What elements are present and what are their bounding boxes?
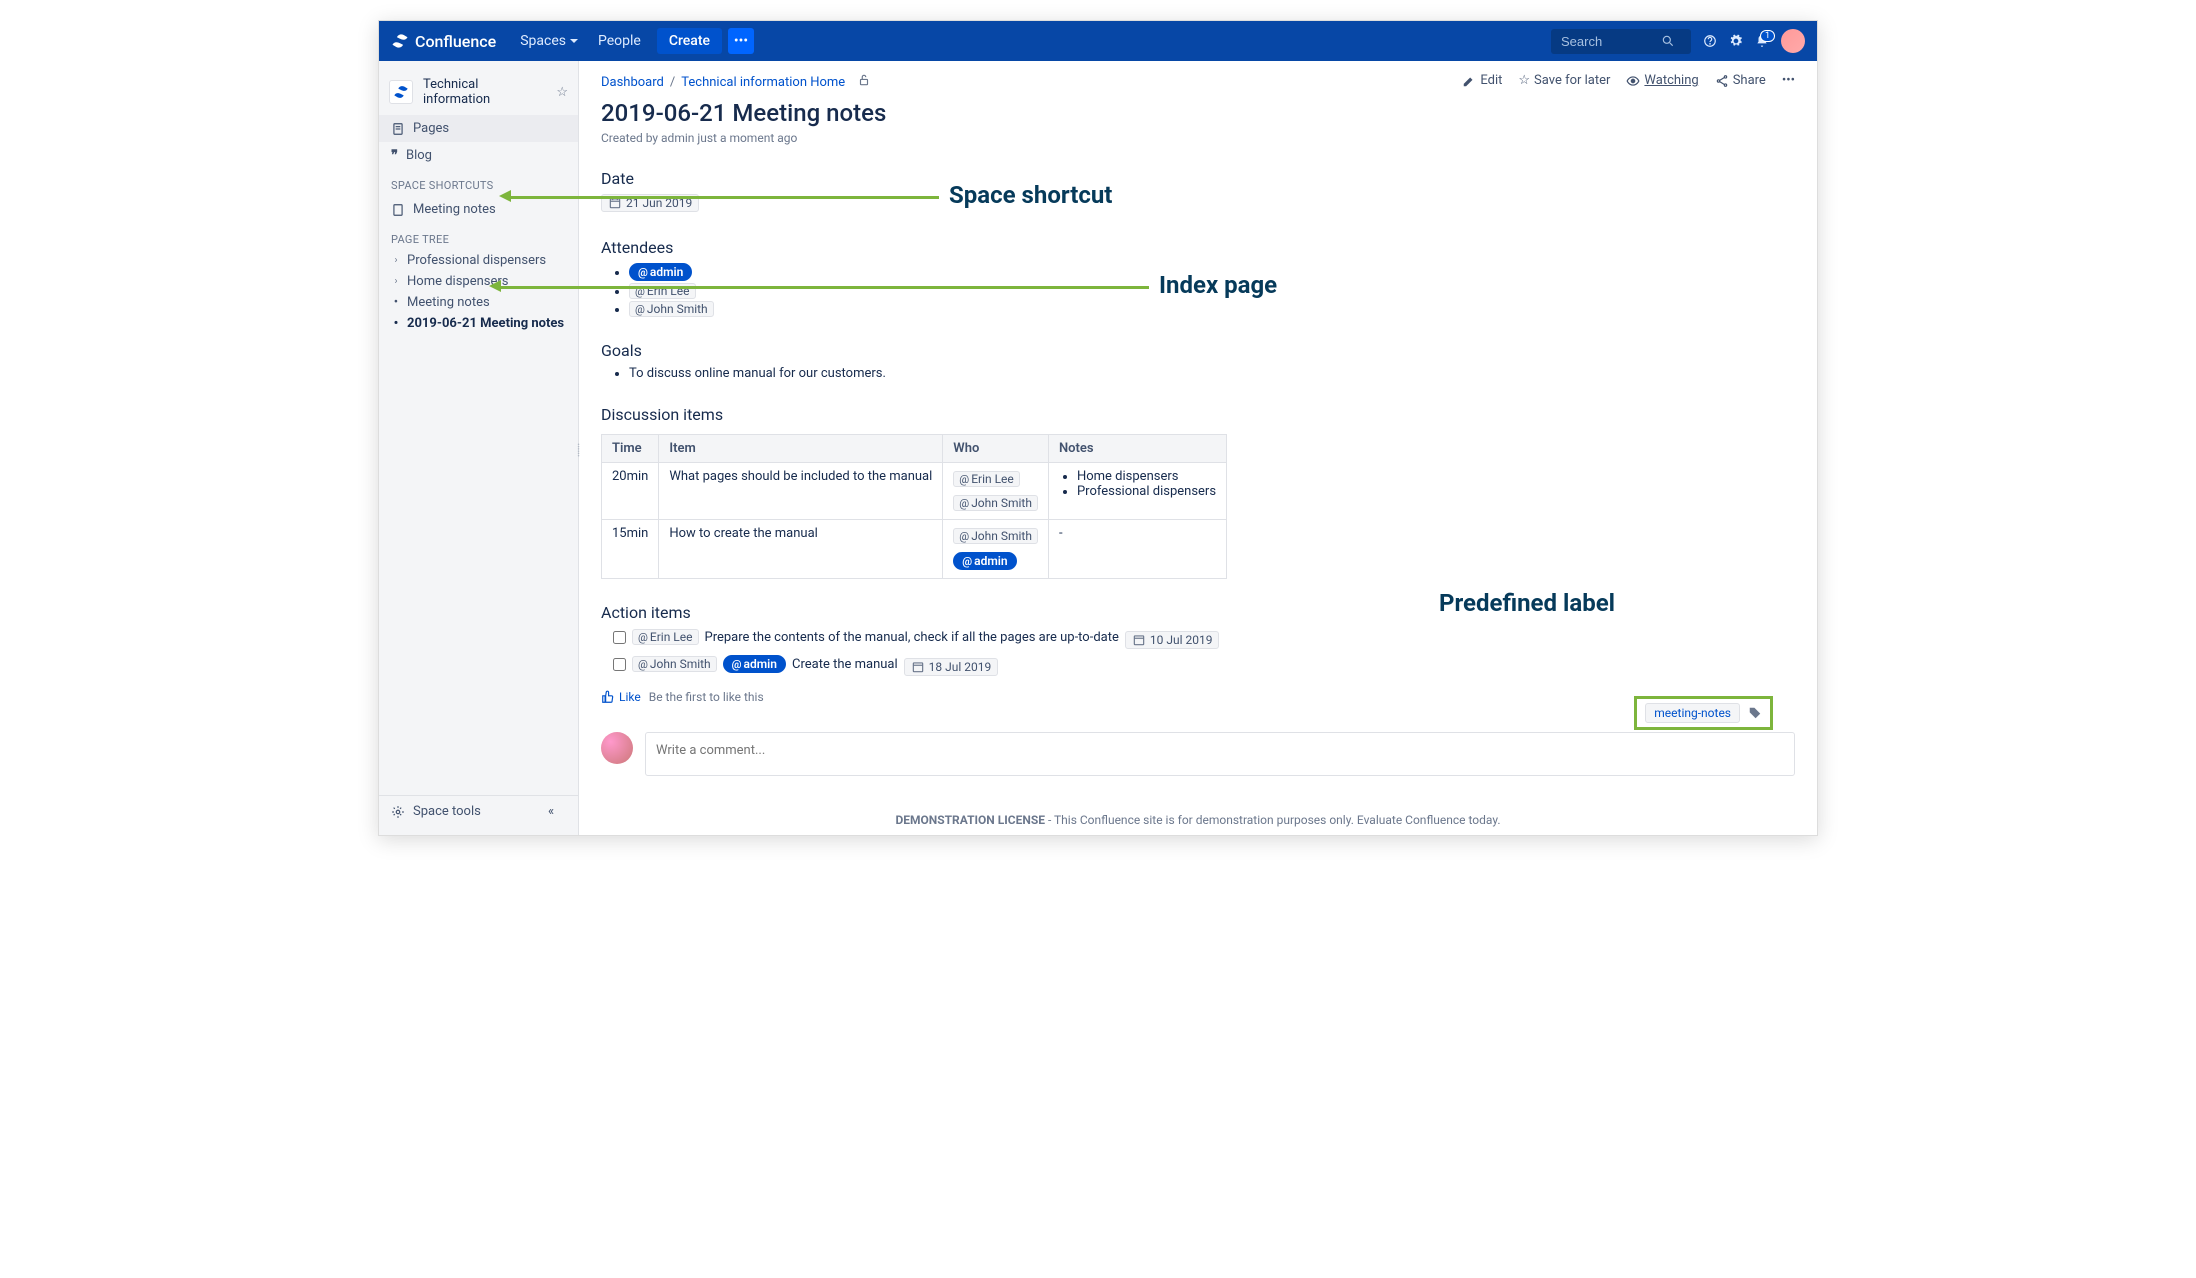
mention-admin[interactable]: @admin: [723, 655, 786, 673]
calendar-icon: [608, 196, 622, 210]
eye-icon: [1626, 74, 1640, 88]
table-row: 20min What pages should be included to t…: [602, 463, 1227, 520]
collapse-sidebar-icon[interactable]: «: [548, 804, 566, 819]
gear-icon: [391, 805, 405, 819]
caret-icon: ›: [391, 255, 401, 266]
attendees-list: @admin @Erin Lee @John Smith: [601, 263, 1795, 317]
star-icon[interactable]: ☆: [556, 85, 568, 100]
date-lozenge: 10 Jul 2019: [1125, 631, 1220, 649]
watching-button[interactable]: Watching: [1626, 73, 1698, 88]
mention-john[interactable]: @John Smith: [629, 301, 714, 317]
date-lozenge: 18 Jul 2019: [904, 658, 999, 676]
shortcuts-label: SPACE SHORTCUTS: [379, 169, 578, 196]
mention-admin[interactable]: @admin: [629, 263, 692, 281]
comment-box: [601, 732, 1795, 776]
confluence-logo[interactable]: Confluence: [391, 32, 496, 51]
page-meta: Created by admin just a moment ago: [601, 131, 1795, 145]
space-icon: [389, 80, 413, 104]
section-goals: Goals: [601, 341, 1795, 360]
mention-john[interactable]: @John Smith: [953, 528, 1038, 544]
footer: DEMONSTRATION LICENSE - This Confluence …: [601, 810, 1795, 835]
shortcut-meeting-notes[interactable]: Meeting notes: [379, 196, 578, 223]
action-checkbox[interactable]: [613, 631, 626, 644]
sidebar: Technical information ☆ Pages ❞ Blog SPA…: [379, 61, 579, 835]
top-nav: Confluence Spaces People Create ••• 1: [379, 21, 1817, 61]
search-icon: [1661, 34, 1675, 48]
create-button[interactable]: Create: [657, 28, 722, 54]
thumbs-up-icon: [601, 690, 615, 704]
comment-avatar: [601, 732, 633, 764]
goals-list: To discuss online manual for our custome…: [601, 366, 1795, 381]
tree-home-dispensers[interactable]: ›Home dispensers: [379, 271, 578, 292]
action-checkbox[interactable]: [613, 658, 626, 671]
tree-professional-dispensers[interactable]: ›Professional dispensers: [379, 250, 578, 271]
labels-row: meeting-notes: [1634, 696, 1773, 730]
mention-john[interactable]: @John Smith: [632, 656, 717, 672]
search-input[interactable]: [1561, 34, 1661, 49]
product-name: Confluence: [415, 32, 496, 51]
save-for-later-button[interactable]: ☆Save for later: [1518, 73, 1610, 88]
table-row: 15min How to create the manual @John Smi…: [602, 520, 1227, 579]
notif-badge: 1: [1760, 30, 1775, 42]
space-header[interactable]: Technical information ☆: [379, 69, 578, 115]
pencil-icon: [1462, 74, 1476, 88]
caret-icon: ›: [391, 276, 401, 287]
like-button[interactable]: Like: [601, 690, 641, 704]
date-lozenge: 21 Jun 2019: [601, 194, 699, 212]
crumb-space-home[interactable]: Technical information Home: [681, 75, 845, 90]
tree-meeting-notes[interactable]: •Meeting notes: [379, 292, 578, 313]
action-item-row: @Erin Lee Prepare the contents of the ma…: [601, 625, 1795, 649]
mention-john[interactable]: @John Smith: [953, 495, 1038, 511]
like-bar: Like Be the first to like this: [601, 690, 1795, 704]
user-avatar[interactable]: [1781, 29, 1805, 53]
space-title: Technical information: [423, 77, 546, 107]
page-title: 2019-06-21 Meeting notes: [601, 99, 1795, 127]
sidebar-pages[interactable]: Pages: [379, 115, 578, 142]
sidebar-blog[interactable]: ❞ Blog: [379, 142, 578, 169]
section-action-items: Action items: [601, 603, 1795, 622]
page-actions: Edit ☆Save for later Watching Share •••: [1462, 73, 1795, 88]
nav-spaces[interactable]: Spaces: [510, 21, 588, 61]
settings-icon[interactable]: [1729, 34, 1743, 48]
chevron-down-icon: [570, 39, 578, 43]
page-icon: [391, 122, 405, 136]
more-actions-button[interactable]: •••: [1782, 73, 1795, 88]
file-icon: [391, 203, 405, 217]
quote-icon: ❞: [391, 148, 398, 163]
label-highlight-box: meeting-notes: [1634, 696, 1773, 730]
tree-label: PAGE TREE: [379, 223, 578, 250]
nav-people[interactable]: People: [588, 21, 651, 61]
share-icon: [1715, 74, 1729, 88]
main-content: Dashboard / Technical information Home E…: [579, 61, 1817, 835]
action-item-row: @John Smith @admin Create the manual 18 …: [601, 652, 1795, 676]
star-icon: ☆: [1518, 73, 1530, 88]
help-icon[interactable]: [1703, 34, 1717, 48]
section-attendees: Attendees: [601, 238, 1795, 257]
space-tools-link[interactable]: Space tools: [413, 804, 540, 819]
search-box[interactable]: [1551, 29, 1691, 54]
mention-erin[interactable]: @Erin Lee: [632, 629, 699, 645]
tree-current-page[interactable]: •2019-06-21 Meeting notes: [379, 313, 578, 334]
section-date: Date: [601, 169, 1795, 188]
sidebar-bottom: Space tools «: [379, 795, 578, 827]
mention-erin[interactable]: @Erin Lee: [629, 283, 696, 299]
tag-icon[interactable]: [1748, 706, 1762, 720]
share-button[interactable]: Share: [1715, 73, 1766, 88]
create-more-button[interactable]: •••: [728, 28, 754, 54]
mention-erin[interactable]: @Erin Lee: [953, 471, 1020, 487]
discussion-table: Time Item Who Notes 20min What pages sho…: [601, 434, 1227, 579]
notifications-icon[interactable]: 1: [1755, 34, 1769, 48]
section-discussion: Discussion items: [601, 405, 1795, 424]
label-chip[interactable]: meeting-notes: [1645, 703, 1740, 723]
comment-input[interactable]: [645, 732, 1795, 776]
edit-button[interactable]: Edit: [1462, 73, 1502, 88]
restrictions-icon[interactable]: [857, 73, 871, 91]
mention-admin[interactable]: @admin: [953, 552, 1016, 570]
crumb-dashboard[interactable]: Dashboard: [601, 75, 664, 90]
